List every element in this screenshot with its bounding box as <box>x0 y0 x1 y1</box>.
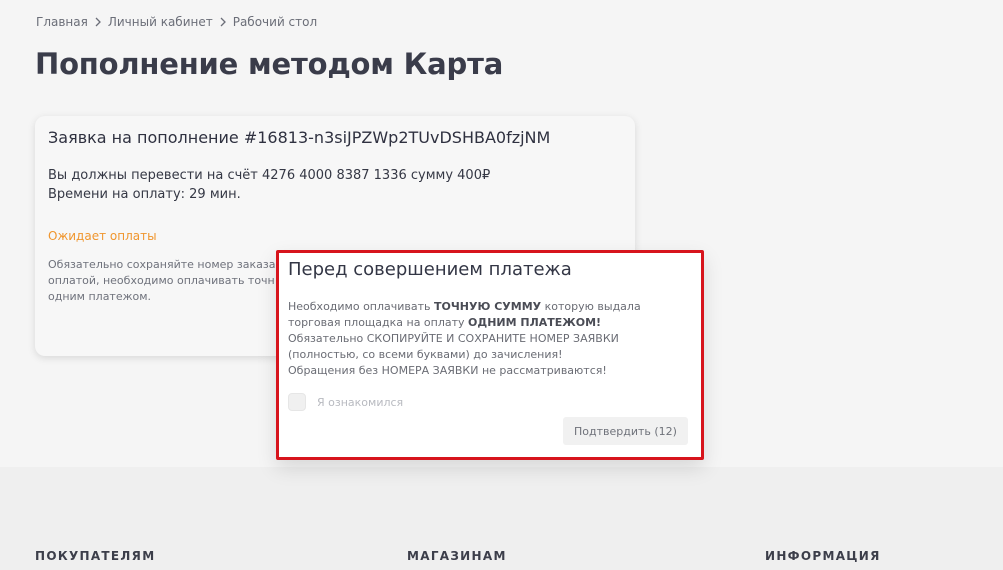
agree-checkbox[interactable] <box>288 393 306 411</box>
breadcrumb: Главная Личный кабинет Рабочий стол <box>36 15 317 29</box>
footer-heading-info: ИНФОРМАЦИЯ <box>765 549 881 563</box>
chevron-right-icon <box>95 17 101 27</box>
footer: ПОКУПАТЕЛЯМ МАГАЗИНАМ ИНФОРМАЦИЯ <box>0 467 1003 570</box>
agree-row: Я ознакомился <box>288 393 692 411</box>
chevron-right-icon <box>220 17 226 27</box>
footer-heading-buyers: ПОКУПАТЕЛЯМ <box>35 549 156 563</box>
breadcrumb-home-link[interactable]: Главная <box>36 15 88 29</box>
status-badge: Ожидает оплаты <box>48 229 157 243</box>
confirm-button[interactable]: Подтвердить (12) <box>563 417 688 445</box>
transfer-instructions: Вы должны перевести на счёт 4276 4000 83… <box>48 168 491 183</box>
footer-heading-shops: МАГАЗИНАМ <box>407 549 507 563</box>
request-title: Заявка на пополнение #16813-n3siJPZWp2TU… <box>48 128 551 147</box>
breadcrumb-account-link[interactable]: Личный кабинет <box>108 15 213 29</box>
agree-label[interactable]: Я ознакомился <box>317 396 403 409</box>
request-details: Вы должны перевести на счёт 4276 4000 83… <box>48 166 622 204</box>
page-title: Пополнение методом Карта <box>35 47 504 81</box>
breadcrumb-current: Рабочий стол <box>232 15 318 29</box>
request-note: Обязательно сохраняйте номер заказа опла… <box>48 258 276 303</box>
payment-warning-modal: Перед совершением платежа Необходимо опл… <box>276 250 704 460</box>
modal-title: Перед совершением платежа <box>288 259 572 280</box>
modal-body: Необходимо оплачивать ТОЧНУЮ СУММУ котор… <box>288 300 641 377</box>
payment-time-left: Времени на оплату: 29 мин. <box>48 187 241 202</box>
